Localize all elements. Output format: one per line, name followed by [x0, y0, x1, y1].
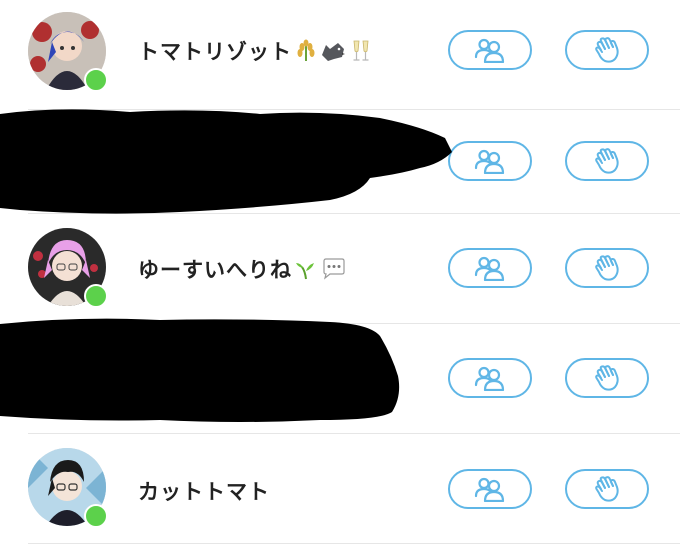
online-status-dot: [84, 68, 108, 92]
champagne-emoji: [348, 39, 374, 68]
wave-button[interactable]: [565, 141, 649, 181]
friends-icon: [474, 38, 505, 63]
redaction-mark: [0, 316, 410, 430]
friends-icon: [474, 366, 505, 391]
friend-button[interactable]: [448, 358, 532, 398]
username-text: カットトマト: [138, 480, 270, 504]
user-list: トマトリゾット ゆーすいへりね カットトマト: [0, 0, 680, 544]
wave-hand-icon: [595, 148, 619, 174]
wave-button[interactable]: [565, 469, 649, 509]
friends-icon: [474, 477, 505, 502]
friends-icon: [474, 256, 505, 281]
username-text: トマトリゾット: [138, 40, 292, 64]
friend-button[interactable]: [448, 469, 532, 509]
rice-emoji: [294, 39, 318, 68]
wave-hand-icon: [595, 365, 619, 391]
avatar[interactable]: [28, 448, 112, 532]
username-text: ゆーすいへりね: [138, 258, 292, 282]
username[interactable]: ゆーすいへりね: [138, 254, 348, 286]
wave-button[interactable]: [565, 30, 649, 70]
online-status-dot: [84, 284, 108, 308]
friend-button[interactable]: [448, 30, 532, 70]
wave-hand-icon: [595, 476, 619, 502]
user-row[interactable]: トマトリゾット: [0, 0, 680, 110]
wave-hand-icon: [595, 37, 619, 63]
user-row[interactable]: カットトマト: [0, 434, 680, 544]
redaction-mark: [0, 104, 460, 224]
online-status-dot: [84, 504, 108, 528]
username[interactable]: トマトリゾット: [138, 36, 374, 68]
wolf-emoji: [320, 39, 346, 68]
username[interactable]: カットトマト: [138, 476, 270, 506]
user-row[interactable]: ゆーすいへりね: [0, 214, 680, 324]
friend-button[interactable]: [448, 248, 532, 288]
speech-bubble-emoji: [320, 257, 348, 286]
friends-icon: [474, 149, 505, 174]
seedling-emoji: [294, 257, 318, 286]
avatar[interactable]: [28, 12, 112, 96]
wave-button[interactable]: [565, 358, 649, 398]
wave-button[interactable]: [565, 248, 649, 288]
wave-hand-icon: [595, 255, 619, 281]
avatar[interactable]: [28, 228, 112, 312]
friend-button[interactable]: [448, 141, 532, 181]
